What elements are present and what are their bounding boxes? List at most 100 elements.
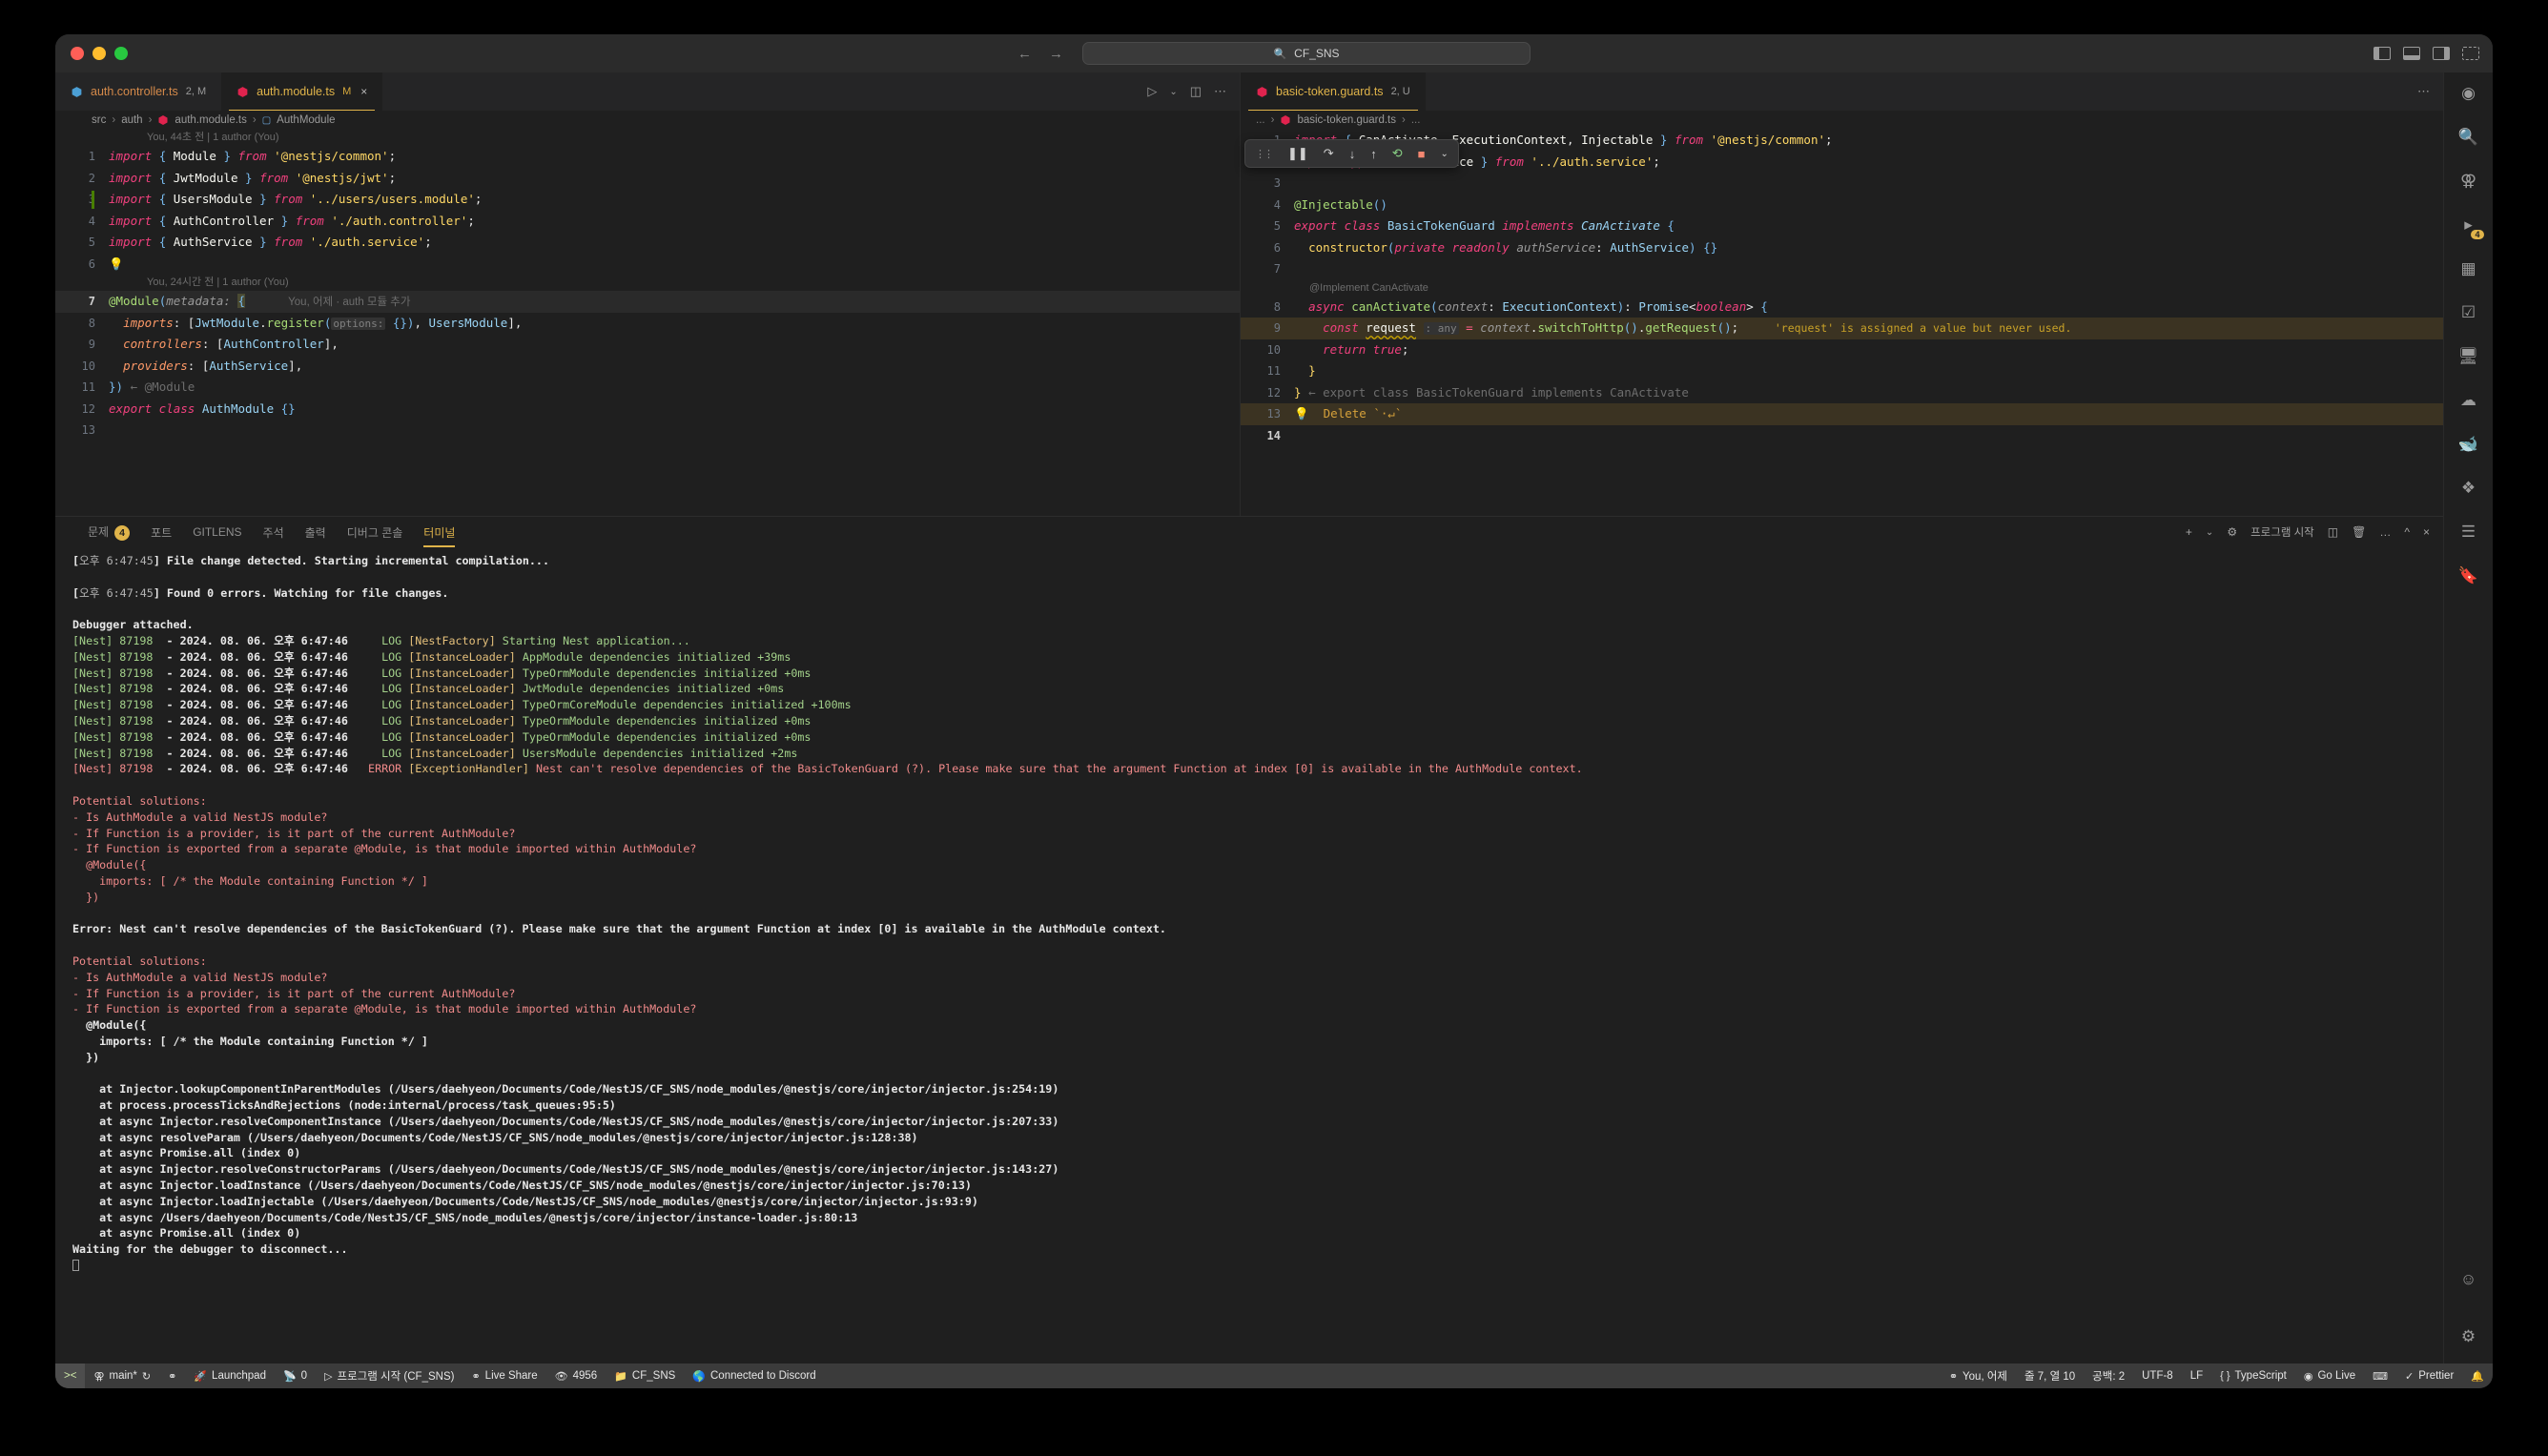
status-branch[interactable]: ⚢ main* ↻ bbox=[85, 1364, 159, 1388]
debug-icon[interactable]: ▸ bbox=[2457, 214, 2484, 239]
code-lens-left[interactable]: You, 24시간 전 | 1 author (You) bbox=[55, 275, 1240, 291]
panel-tab-ports[interactable]: 포트 bbox=[151, 521, 172, 544]
code-line[interactable]: 11}) ← @Module bbox=[55, 377, 1240, 399]
extensions-icon[interactable]: ▦ bbox=[2457, 257, 2480, 280]
split-editor-icon[interactable]: ◫ bbox=[1190, 84, 1202, 99]
testing-icon[interactable]: ☑ bbox=[2457, 301, 2480, 324]
drag-handle-icon[interactable]: ⋮⋮ bbox=[1255, 148, 1274, 160]
breadcrumb-src[interactable]: src bbox=[92, 114, 106, 126]
status-cursor-position[interactable]: 줄 7, 열 10 bbox=[2016, 1364, 2084, 1388]
code-line[interactable]: 7 bbox=[1241, 258, 2443, 280]
code-line-current[interactable]: 7 @Module(metadata: { You, 어제 · auth 모듈 추… bbox=[55, 291, 1240, 313]
customize-layout-icon[interactable] bbox=[2462, 47, 2479, 60]
code-line[interactable]: 10 providers: [AuthService], bbox=[55, 356, 1240, 378]
command-center-search[interactable]: 🔍 CF_SNS bbox=[1082, 42, 1531, 65]
pause-icon[interactable]: ❚❚ bbox=[1287, 146, 1308, 161]
tab-auth-module[interactable]: auth.module.ts M × bbox=[221, 72, 383, 111]
run-icon[interactable]: ▷ bbox=[1147, 84, 1157, 99]
breadcrumb-left[interactable]: src › auth › auth.module.ts › ▢ AuthModu… bbox=[55, 111, 1240, 130]
close-window-button[interactable] bbox=[71, 47, 84, 60]
code-line[interactable]: 2 import { JwtModule } from '@nestjs/jwt'… bbox=[55, 168, 1240, 190]
remote-explorer-icon[interactable]: 🖥 bbox=[2457, 345, 2480, 368]
status-workspace[interactable]: 📁 CF_SNS bbox=[606, 1364, 684, 1388]
close-panel-icon[interactable]: × bbox=[2423, 525, 2430, 539]
status-keyboard[interactable]: ⌨ bbox=[2364, 1364, 2396, 1388]
status-language-mode[interactable]: { } TypeScript bbox=[2211, 1364, 2295, 1388]
code-line[interactable]: 8 imports: [JwtModule.register(options: … bbox=[55, 313, 1240, 335]
tab-basic-token-guard[interactable]: basic-token.guard.ts 2, U bbox=[1241, 72, 1426, 111]
status-git-blame[interactable]: ⚭ You, 어제 bbox=[1941, 1364, 2016, 1388]
panel-tab-problems[interactable]: 문제 4 bbox=[88, 520, 131, 544]
minimize-window-button[interactable] bbox=[92, 47, 106, 60]
step-into-icon[interactable]: ↓ bbox=[1349, 147, 1356, 161]
navigation-arrows[interactable]: ← → bbox=[1017, 46, 1063, 62]
maximize-panel-icon[interactable]: ^ bbox=[2404, 525, 2410, 539]
panel-tab-terminal[interactable]: 터미널 bbox=[423, 521, 456, 547]
remote-indicator[interactable]: >< bbox=[55, 1364, 86, 1388]
new-terminal-icon[interactable]: + bbox=[2186, 525, 2192, 539]
code-line[interactable]: 4 @Injectable() bbox=[1241, 195, 2443, 216]
breadcrumb-file[interactable]: auth.module.ts bbox=[175, 114, 246, 126]
status-discord[interactable]: 🌎 Connected to Discord bbox=[684, 1364, 824, 1388]
restart-icon[interactable]: ⟲ bbox=[1392, 146, 1403, 161]
status-encoding[interactable]: UTF-8 bbox=[2133, 1364, 2182, 1388]
go-back-icon[interactable]: ← bbox=[1017, 46, 1032, 62]
breadcrumb-symbol[interactable]: AuthModule bbox=[277, 114, 335, 126]
status-indentation[interactable]: 공백: 2 bbox=[2084, 1364, 2133, 1388]
breadcrumb-ellipsis[interactable]: ... bbox=[1256, 114, 1265, 126]
step-out-icon[interactable]: ↑ bbox=[1370, 147, 1377, 161]
copilot-icon[interactable]: ◉ bbox=[2457, 82, 2480, 105]
code-line[interactable]: 14 bbox=[1241, 425, 2443, 447]
code-line-warning[interactable]: 9 const request : any = context.switchTo… bbox=[1241, 318, 2443, 339]
terminal-output[interactable]: [오후 6:47:45] File change detected. Start… bbox=[55, 547, 2443, 1364]
toggle-primary-sidebar-icon[interactable] bbox=[2373, 47, 2391, 60]
breadcrumb-right[interactable]: ... › basic-token.guard.ts › ... bbox=[1241, 111, 2443, 130]
gitlens-icon[interactable]: ❖ bbox=[2457, 477, 2480, 500]
code-line[interactable]: 3import { UsersModule } from '../users/u… bbox=[55, 189, 1240, 211]
quick-fix-message[interactable]: Delete `·↵` bbox=[1324, 406, 1403, 420]
code-line[interactable]: 11 } bbox=[1241, 360, 2443, 382]
code-line[interactable]: 5 import { AuthService } from './auth.ser… bbox=[55, 232, 1240, 254]
code-line[interactable]: 6 constructor(private readonly authServi… bbox=[1241, 237, 2443, 259]
status-live-share[interactable]: ⚭ Live Share bbox=[462, 1364, 545, 1388]
search-icon[interactable]: 🔍 bbox=[2457, 126, 2480, 149]
status-debug-start[interactable]: ▷ 프로그램 시작 (CF_SNS) bbox=[316, 1364, 462, 1388]
panel-actions[interactable]: + ⌄ ⚙ 프로그램 시작 ◫ 🗑 … ^ × bbox=[2186, 524, 2443, 540]
breadcrumb-auth[interactable]: auth bbox=[121, 114, 142, 126]
lightbulb-icon[interactable]: 💡 bbox=[1294, 406, 1309, 420]
panel-tab-debug-console[interactable]: 디버그 콘솔 bbox=[347, 521, 403, 544]
code-line[interactable]: 1 import { Module } from '@nestjs/common'… bbox=[55, 146, 1240, 168]
toggle-panel-icon[interactable] bbox=[2403, 47, 2420, 60]
launch-profile-label[interactable]: 프로그램 시작 bbox=[2250, 524, 2314, 540]
code-line[interactable]: 4 import { AuthController } from './auth.… bbox=[55, 211, 1240, 233]
breadcrumb-more[interactable]: ... bbox=[1411, 114, 1421, 126]
breadcrumb-file[interactable]: basic-token.guard.ts bbox=[1297, 114, 1396, 126]
todo-icon[interactable]: ☰ bbox=[2457, 521, 2480, 543]
status-sync[interactable]: ⚭ bbox=[159, 1364, 185, 1388]
bookmark-icon[interactable]: 🔖 bbox=[2457, 564, 2480, 587]
more-actions-icon[interactable]: ⋯ bbox=[1214, 84, 1226, 99]
code-line[interactable]: 3 bbox=[1241, 173, 2443, 195]
layout-controls[interactable] bbox=[2373, 47, 2479, 60]
code-line[interactable]: 12} ← export class BasicTokenGuard imple… bbox=[1241, 382, 2443, 404]
database-icon[interactable]: ☁ bbox=[2457, 389, 2480, 412]
close-icon[interactable]: × bbox=[360, 85, 367, 98]
docker-icon[interactable]: 🐋 bbox=[2457, 433, 2480, 456]
tab-bar-actions-left[interactable]: ▷ ⌄ ◫ ⋯ bbox=[1147, 72, 1240, 111]
status-notifications[interactable]: 🔔 bbox=[2462, 1364, 2493, 1388]
code-line[interactable]: 9 controllers: [AuthController], bbox=[55, 334, 1240, 356]
status-ports[interactable]: 📡 0 bbox=[275, 1364, 316, 1388]
status-prettier[interactable]: ✓ Prettier bbox=[2396, 1364, 2462, 1388]
source-control-icon[interactable]: ⚢ bbox=[2457, 170, 2480, 193]
panel-tab-output[interactable]: 출력 bbox=[305, 521, 326, 544]
more-actions-icon[interactable]: ⋯ bbox=[2417, 84, 2430, 99]
window-controls[interactable] bbox=[55, 47, 128, 60]
stop-icon[interactable]: ■ bbox=[1418, 147, 1426, 161]
status-go-live[interactable]: ◉ Go Live bbox=[2295, 1364, 2364, 1388]
code-line[interactable]: 6 💡 bbox=[55, 254, 1240, 276]
code-line[interactable]: 12 export class AuthModule {} bbox=[55, 399, 1240, 420]
tab-bar-actions-right[interactable]: ⋯ bbox=[2417, 72, 2443, 111]
tab-auth-controller[interactable]: auth.controller.ts 2, M bbox=[55, 72, 222, 111]
code-line[interactable]: 13 bbox=[55, 420, 1240, 441]
status-watchers[interactable]: 👁 4956 bbox=[546, 1364, 606, 1388]
